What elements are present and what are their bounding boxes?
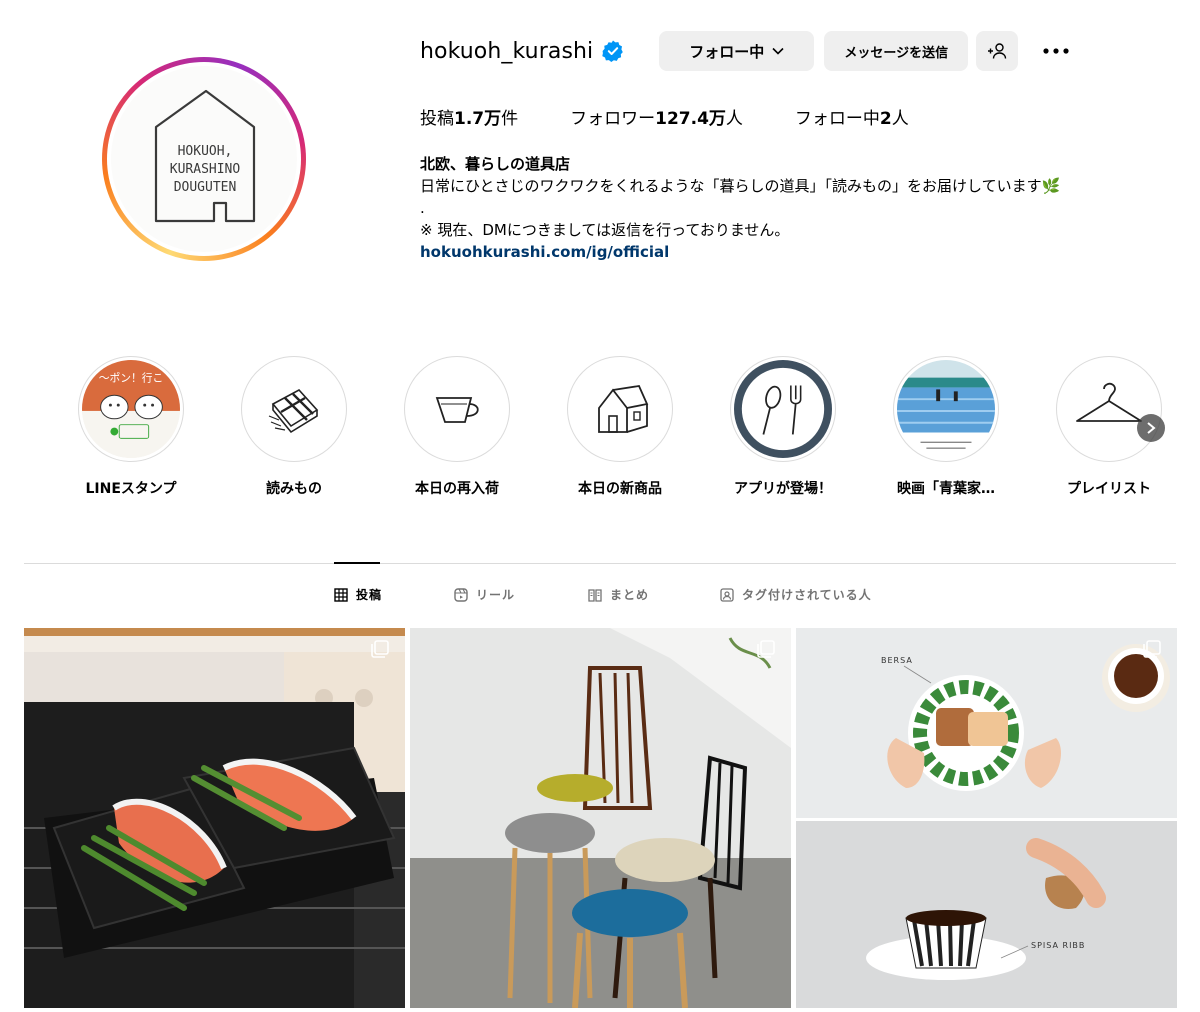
profile-stats: 投稿1.7万件 フォロワー127.4万人 フォロー中2人 <box>420 104 1180 129</box>
posts-grid: BERSA SPISA RIBB <box>24 628 1177 1008</box>
grid-icon <box>334 587 348 602</box>
profile-bio: 北欧、暮らしの道具店 日常にひとさじのワクワクをくれるような「暮らしの道具」「読… <box>420 153 1180 263</box>
post-image-salmon <box>24 628 405 1008</box>
multiple-photos-icon <box>371 640 389 658</box>
story-highlights: 〜ポン！行こ LINEスタンプ 読みもの 本日の再入荷 本日の新商品 アプリが登… <box>78 356 1168 506</box>
posts-count: 投稿1.7万件 <box>420 109 519 129</box>
following-count[interactable]: フォロー中2人 <box>795 104 909 129</box>
active-tab-indicator <box>334 562 380 564</box>
tabs-divider <box>24 563 1176 564</box>
profile-info: hokuoh_kurashi フォロー中 メッセージを送信 投稿1.7万件 フォ… <box>420 30 1180 263</box>
post-label-bersa: BERSA <box>881 656 913 665</box>
post-image-bersa: BERSA SPISA RIBB <box>796 628 1177 1008</box>
spoon-fork-icon <box>741 367 825 451</box>
bio-name: 北欧、暮らしの道具店 <box>420 155 571 173</box>
book-bundle-icon <box>268 388 319 434</box>
multiple-photos-icon <box>757 640 775 658</box>
followers-count[interactable]: フォロワー127.4万人 <box>570 104 743 129</box>
following-button-label: フォロー中 <box>689 42 765 61</box>
tab-label: まとめ <box>610 588 650 602</box>
tab-label: リール <box>476 588 516 602</box>
highlight-label: 本日の再入荷 <box>415 481 499 497</box>
highlights-next-button[interactable] <box>1137 414 1165 442</box>
tagged-icon <box>720 587 734 602</box>
profile-avatar[interactable]: HOKUOH, KURASHINO DOUGUTEN <box>102 57 306 261</box>
chevron-down-icon <box>772 44 784 58</box>
tab-label: タグ付けされている人 <box>742 588 872 602</box>
more-options-button[interactable] <box>1040 35 1072 67</box>
verified-badge-icon <box>601 39 625 63</box>
line-sticker-cats-icon: 〜ポン！行こ <box>82 360 180 458</box>
post-thumbnail[interactable]: BERSA SPISA RIBB <box>796 628 1177 1008</box>
bio-line-2: . <box>420 199 425 217</box>
highlight-label: 読みもの <box>266 481 322 497</box>
tab-label: 投稿 <box>356 588 383 602</box>
guide-icon <box>588 588 602 602</box>
post-image-chairs <box>410 628 791 1008</box>
tab-reels[interactable]: リール <box>454 586 515 603</box>
chevron-right-icon <box>1147 422 1156 434</box>
tab-posts[interactable]: 投稿 <box>334 586 382 603</box>
highlight-reading[interactable]: 読みもの <box>230 356 358 498</box>
highlight-restock[interactable]: 本日の再入荷 <box>393 356 521 498</box>
bio-line-3: ※ 現在、DMにつきましては返信を行っておりません。 <box>420 221 790 239</box>
post-label-spisa-ribb: SPISA RIBB <box>1031 941 1085 950</box>
avatar-logo: HOKUOH, KURASHINO DOUGUTEN <box>154 89 256 223</box>
highlight-label: LINEスタンプ <box>85 481 177 497</box>
reels-icon <box>454 587 468 602</box>
post-thumbnail[interactable] <box>410 628 791 1008</box>
highlight-label: アプリが登場！ <box>734 481 832 497</box>
tab-guides[interactable]: まとめ <box>588 586 649 603</box>
more-horizontal-icon <box>1043 48 1069 54</box>
avatar-text-2: KURASHINO <box>170 162 241 177</box>
highlight-new-items[interactable]: 本日の新商品 <box>556 356 684 498</box>
highlight-label: プレイリスト <box>1067 481 1151 497</box>
tab-tagged[interactable]: タグ付けされている人 <box>720 586 872 603</box>
highlight-label: 本日の新商品 <box>578 481 662 497</box>
highlight-app[interactable]: アプリが登場！ <box>719 356 847 498</box>
username[interactable]: hokuoh_kurashi <box>420 39 593 64</box>
person-add-icon <box>988 43 1007 59</box>
post-thumbnail[interactable] <box>24 628 405 1008</box>
following-button[interactable]: フォロー中 <box>659 31 815 71</box>
cup-icon <box>435 397 479 423</box>
pool-scene-image <box>897 360 995 458</box>
highlight-label: 映画「青葉家… <box>897 481 995 497</box>
highlight-movie[interactable]: 映画「青葉家… <box>882 356 1010 498</box>
suggest-users-button[interactable] <box>976 31 1019 71</box>
send-message-button[interactable]: メッセージを送信 <box>824 31 969 71</box>
bio-line-1: 日常にひとさじのワクワクをくれるような「暮らしの道具」「読みもの」をお届けしてい… <box>420 177 1061 195</box>
highlight-line-stamp[interactable]: 〜ポン！行こ LINEスタンプ <box>67 356 195 498</box>
svg-text:〜ポン！行こ: 〜ポン！行こ <box>99 372 164 385</box>
house-icon <box>598 385 649 433</box>
avatar-text-3: DOUGUTEN <box>174 180 237 195</box>
multiple-photos-icon <box>1143 640 1161 658</box>
avatar-text-1: HOKUOH, <box>178 144 233 159</box>
bio-link[interactable]: hokuohkurashi.com/ig/official <box>420 241 1180 263</box>
